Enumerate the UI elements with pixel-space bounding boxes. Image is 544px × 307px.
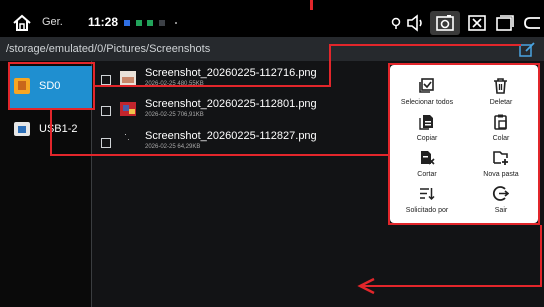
menu-item-label: Sair <box>494 207 508 214</box>
notification-icon <box>136 20 142 26</box>
annotation-line <box>50 154 390 156</box>
window-icon[interactable] <box>494 13 514 33</box>
volume-icon[interactable] <box>406 13 426 33</box>
sidebar-item-label: USB1-2 <box>39 123 78 135</box>
annotation-box <box>8 62 95 64</box>
usb-drive-icon <box>12 119 32 139</box>
image-thumbnail-icon <box>120 70 136 86</box>
sidebar-item-label: SD0 <box>39 80 61 92</box>
annotation-box <box>538 63 540 225</box>
path-bar: /storage/emulated/0/Pictures/Screenshots <box>0 37 544 61</box>
sidebar-item-sd0[interactable]: SD0 <box>8 66 92 108</box>
app-label: Ger. <box>42 16 63 28</box>
menu-item-label: Nova pasta <box>483 171 519 178</box>
menu-item-copy[interactable]: Copiar <box>390 111 464 147</box>
copy-icon <box>418 113 435 130</box>
file-name: Screenshot_20260225-112827.png <box>145 130 317 142</box>
checkbox[interactable] <box>101 138 111 148</box>
close-box-icon[interactable] <box>467 13 487 33</box>
annotation-line <box>95 85 331 87</box>
back-icon[interactable] <box>522 13 542 33</box>
menu-item-exit[interactable]: Sair <box>464 183 538 219</box>
home-icon[interactable] <box>12 13 32 33</box>
current-path: /storage/emulated/0/Pictures/Screenshots <box>6 43 211 55</box>
annotation-line <box>329 44 331 87</box>
file-name: Screenshot_20260225-112801.png <box>145 98 317 110</box>
file-meta: 2026-02-25 706,91KB <box>145 112 204 118</box>
notification-icon <box>124 20 130 26</box>
image-thumbnail-icon <box>120 133 136 149</box>
annotation-line <box>329 44 521 46</box>
menu-item-label: Cortar <box>417 171 437 178</box>
context-menu: Selecionar todos Deletar Copiar Colar Co… <box>390 65 538 223</box>
sd-card-icon <box>12 76 32 96</box>
menu-item-paste[interactable]: Colar <box>464 111 538 147</box>
paste-icon <box>492 113 509 130</box>
image-thumbnail-icon <box>120 101 136 117</box>
menu-item-select-all[interactable]: Selecionar todos <box>390 75 464 111</box>
annotation-line <box>362 285 542 287</box>
menu-item-new-folder[interactable]: Nova pasta <box>464 147 538 183</box>
annotation-box <box>388 63 540 65</box>
annotation-line <box>310 0 313 10</box>
sort-icon <box>418 185 435 202</box>
annotation-line <box>50 110 52 156</box>
annotation-arrowhead <box>357 277 375 295</box>
file-meta: 2026-02-25 64,29KB <box>145 144 201 150</box>
file-name: Screenshot_20260225-112716.png <box>145 67 317 79</box>
menu-item-sort[interactable]: Solicitado por <box>390 183 464 219</box>
notification-icon <box>159 20 165 26</box>
checkbox[interactable] <box>101 106 111 116</box>
menu-item-delete[interactable]: Deletar <box>464 75 538 111</box>
select-all-icon <box>418 77 435 94</box>
menu-item-label: Deletar <box>489 99 513 106</box>
checkbox[interactable] <box>101 75 111 85</box>
menu-item-label: Copiar <box>416 135 438 142</box>
menu-item-label: Solicitado por <box>405 207 449 214</box>
menu-item-cut[interactable]: Cortar <box>390 147 464 183</box>
clock: 11:28 <box>88 15 119 29</box>
camera-icon[interactable] <box>435 13 455 33</box>
cut-icon <box>418 149 435 166</box>
edit-icon[interactable] <box>518 40 536 58</box>
trash-icon <box>492 77 509 94</box>
annotation-box <box>8 62 10 110</box>
status-bar: Ger. 11:28 <box>0 10 544 36</box>
annotation-box <box>388 223 540 225</box>
annotation-line <box>540 225 542 287</box>
new-folder-icon <box>492 149 509 166</box>
exit-icon <box>492 185 510 202</box>
menu-item-label: Colar <box>492 135 510 142</box>
menu-item-label: Selecionar todos <box>400 99 454 106</box>
sidebar: SD0 USB1-2 <box>0 61 92 307</box>
location-icon <box>386 13 406 33</box>
annotation-box <box>388 63 390 225</box>
dot-icon <box>175 22 177 24</box>
notification-icon <box>147 20 153 26</box>
